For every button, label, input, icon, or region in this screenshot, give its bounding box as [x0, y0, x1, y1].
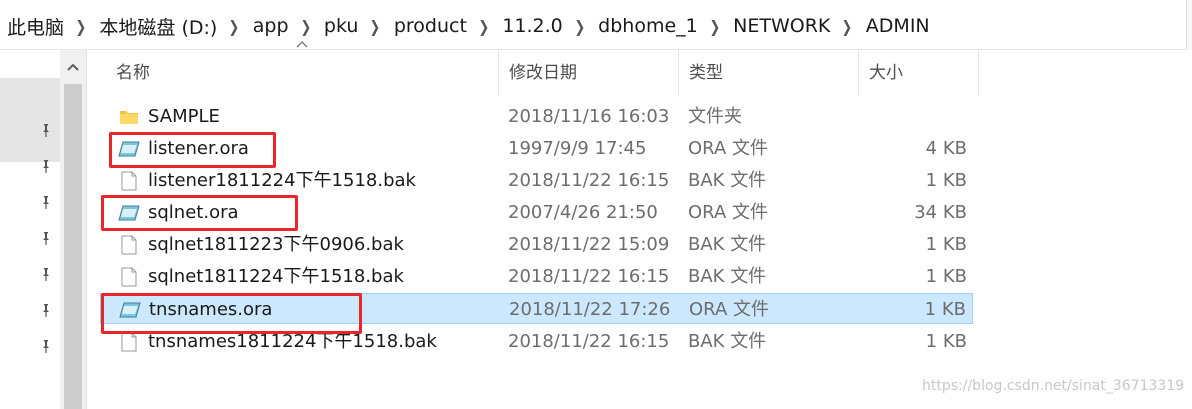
blank-file-icon: [118, 266, 140, 288]
file-type: BAK 文件: [688, 266, 767, 287]
breadcrumb-item-app[interactable]: app: [251, 15, 291, 37]
file-date: 2018/11/22 16:15: [508, 331, 670, 352]
pin-icon[interactable]: [38, 194, 54, 210]
column-header-name[interactable]: 名称: [106, 50, 499, 96]
breadcrumb-item-this-pc[interactable]: 此电脑: [5, 13, 66, 40]
file-date: 2018/11/22 16:15: [508, 266, 670, 287]
file-name: sqlnet1811223下午0906.bak: [148, 234, 404, 255]
navigation-pane: [0, 50, 60, 409]
file-type: BAK 文件: [688, 170, 767, 191]
breadcrumb-item-version[interactable]: 11.2.0: [500, 15, 564, 37]
address-bar-edge: [1186, 0, 1192, 50]
file-name: listener1811224下午1518.bak: [148, 170, 416, 191]
pin-icon[interactable]: [38, 158, 54, 174]
file-type: 文件夹: [688, 106, 742, 127]
file-date: 2007/4/26 21:50: [508, 202, 658, 223]
column-header-row: 名称 修改日期 类型 大小: [88, 41, 1192, 96]
blank-file-icon: [118, 331, 140, 353]
file-name: SAMPLE: [148, 106, 220, 127]
pin-icon[interactable]: [38, 266, 54, 282]
nav-scrollbar[interactable]: [60, 50, 87, 409]
blank-file-icon: [118, 170, 140, 192]
file-type: ORA 文件: [689, 299, 769, 320]
pin-icon[interactable]: [38, 230, 54, 246]
scrollbar-thumb[interactable]: [64, 84, 82, 409]
breadcrumb: 此电脑 ❯ 本地磁盘 (D:) ❯ app ❯ pku ❯ product ❯ …: [5, 13, 932, 39]
pin-icon[interactable]: [38, 338, 54, 354]
chevron-right-icon[interactable]: ❯: [364, 17, 389, 36]
breadcrumb-item-drive-d[interactable]: 本地磁盘 (D:): [97, 13, 219, 40]
file-row-listener-bak[interactable]: listener1811224下午1518.bak 2018/11/22 16:…: [100, 165, 973, 196]
file-date: 2018/11/22 17:26: [509, 299, 671, 320]
pin-icon[interactable]: [38, 302, 54, 318]
scroll-up-icon[interactable]: [60, 50, 86, 84]
breadcrumb-item-dbhome[interactable]: dbhome_1: [596, 15, 700, 37]
file-type: ORA 文件: [688, 138, 768, 159]
address-bar[interactable]: 此电脑 ❯ 本地磁盘 (D:) ❯ app ❯ pku ❯ product ❯ …: [0, 0, 1192, 50]
column-header-size[interactable]: 大小: [859, 50, 979, 96]
file-size: 4 KB: [925, 138, 967, 159]
breadcrumb-item-network[interactable]: NETWORK: [731, 15, 832, 37]
file-type: BAK 文件: [688, 234, 767, 255]
chevron-right-icon[interactable]: ❯: [836, 17, 861, 36]
chevron-right-icon[interactable]: ❯: [703, 17, 728, 36]
annotation-box-tnsnames: [101, 293, 362, 334]
annotation-box-listener: [109, 132, 276, 168]
folder-icon: [118, 106, 140, 128]
column-header-date[interactable]: 修改日期: [499, 50, 679, 96]
file-size: 34 KB: [914, 202, 967, 223]
file-date: 1997/9/9 17:45: [508, 138, 647, 159]
file-type: BAK 文件: [688, 331, 767, 352]
file-date: 2018/11/16 16:03: [508, 106, 670, 127]
chevron-right-icon[interactable]: ❯: [222, 17, 247, 36]
watermark: https://blog.csdn.net/sinat_36713319: [922, 378, 1185, 394]
file-row-sqlnet-bak-1518[interactable]: sqlnet1811224下午1518.bak 2018/11/22 16:15…: [100, 261, 973, 292]
file-size: 1 KB: [925, 331, 967, 352]
breadcrumb-item-admin[interactable]: ADMIN: [864, 15, 932, 37]
nav-selected-item[interactable]: [0, 78, 60, 162]
breadcrumb-item-product[interactable]: product: [392, 15, 469, 37]
file-size: 1 KB: [925, 170, 967, 191]
blank-file-icon: [118, 234, 140, 256]
chevron-right-icon[interactable]: ❯: [472, 17, 497, 36]
file-name: sqlnet1811224下午1518.bak: [148, 266, 404, 287]
chevron-right-icon[interactable]: ❯: [294, 17, 319, 36]
file-size: 1 KB: [925, 234, 967, 255]
chevron-right-icon[interactable]: ❯: [69, 17, 94, 36]
file-size: 1 KB: [925, 266, 967, 287]
chevron-right-icon[interactable]: ❯: [568, 17, 593, 36]
breadcrumb-item-pku[interactable]: pku: [322, 15, 361, 37]
file-date: 2018/11/22 16:15: [508, 170, 670, 191]
file-row-sqlnet-bak-0906[interactable]: sqlnet1811223下午0906.bak 2018/11/22 15:09…: [100, 229, 973, 260]
file-type: ORA 文件: [688, 202, 768, 223]
pin-icon[interactable]: [38, 122, 54, 138]
file-size: 1 KB: [924, 299, 966, 320]
file-date: 2018/11/22 15:09: [508, 234, 670, 255]
file-row-sample[interactable]: SAMPLE 2018/11/16 16:03 文件夹: [100, 101, 973, 132]
annotation-box-sqlnet: [101, 195, 298, 231]
column-header-type[interactable]: 类型: [679, 50, 859, 96]
